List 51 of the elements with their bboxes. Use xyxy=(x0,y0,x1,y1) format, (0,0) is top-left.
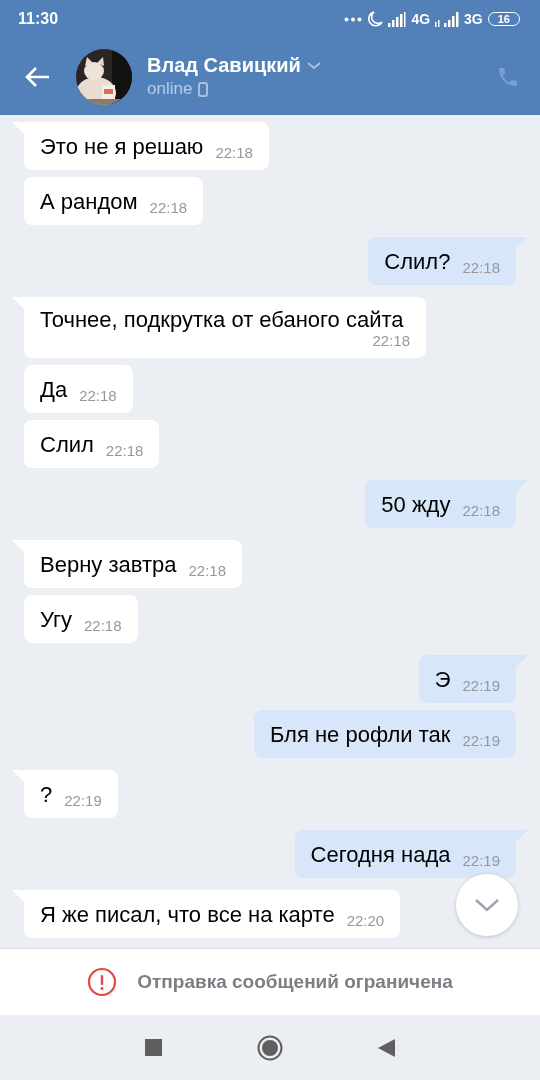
message-time: 22:18 xyxy=(462,503,500,519)
message-text: Слил xyxy=(40,432,94,458)
message-text: Верну завтра xyxy=(40,552,177,578)
message-time: 22:18 xyxy=(105,443,144,459)
online-status: online xyxy=(147,79,193,99)
message-text: Точнее, подкрутка от ебаного сайта xyxy=(40,307,404,333)
message-text: Э xyxy=(434,667,451,693)
back-icon[interactable] xyxy=(24,65,50,88)
message-text: Я же писал, что все на карте xyxy=(40,902,335,928)
message-text: Бля не рофли так xyxy=(269,722,451,748)
message-time: 22:18 xyxy=(149,200,188,216)
signal-icon xyxy=(435,11,460,27)
message-text: 50 жду xyxy=(381,492,451,518)
message-time: 22:19 xyxy=(462,853,500,869)
message-time: 22:19 xyxy=(64,793,102,809)
incoming-message[interactable]: А рандом 22:18 xyxy=(24,177,204,225)
home-icon[interactable] xyxy=(257,1034,283,1061)
phone-device-icon xyxy=(198,81,209,97)
message-time: 22:18 xyxy=(215,145,253,161)
message-text: ? xyxy=(40,782,53,808)
restriction-notice: Отправка сообщений ограничена xyxy=(137,971,453,993)
network-type: 4G xyxy=(411,11,431,27)
message-text: Это не я решаю xyxy=(40,134,204,160)
chevron-down-icon[interactable] xyxy=(306,61,321,70)
message-time: 22:19 xyxy=(462,678,500,694)
message-text: Слил? xyxy=(384,249,451,275)
message-text: Да xyxy=(40,377,68,403)
incoming-message[interactable]: Угу 22:18 xyxy=(24,595,138,643)
moon-icon xyxy=(367,10,384,28)
message-text: Сегодня нада xyxy=(310,842,451,868)
message-text: А рандом xyxy=(40,189,138,215)
incoming-message[interactable]: Да 22:18 xyxy=(24,365,133,413)
chevron-down-icon xyxy=(475,898,499,912)
signal-icon xyxy=(388,11,407,27)
message-time: 22:18 xyxy=(462,260,500,276)
message-time: 22:18 xyxy=(84,618,122,634)
message-time: 22:18 xyxy=(188,563,227,579)
contact-name[interactable]: Влад Савицкий xyxy=(147,54,301,77)
more-dots-icon xyxy=(344,16,363,22)
outgoing-message[interactable]: Бля не рофли так 22:19 xyxy=(253,710,516,758)
scroll-down-button[interactable] xyxy=(456,874,518,936)
back-icon[interactable] xyxy=(378,1038,395,1057)
message-time: 22:18 xyxy=(372,333,410,349)
message-time: 22:18 xyxy=(79,388,117,404)
status-time: 11:30 xyxy=(18,10,59,28)
network-type: 3G xyxy=(464,11,483,27)
message-time: 22:19 xyxy=(462,733,500,749)
warning-icon xyxy=(87,967,118,997)
message-time: 22:20 xyxy=(346,913,385,929)
message-text: Угу xyxy=(40,607,72,633)
incoming-message[interactable]: Слил 22:18 xyxy=(24,420,160,468)
